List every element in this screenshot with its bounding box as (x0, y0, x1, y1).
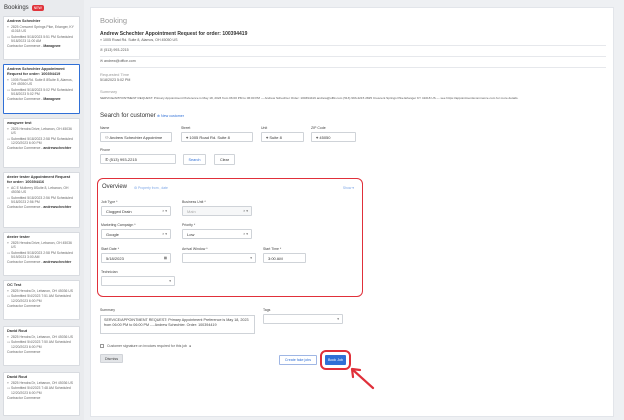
card-title: David Rout (7, 329, 28, 333)
card-title: dexter tester Appointment Request for or… (7, 175, 71, 184)
card-contractor: Managewe (43, 97, 61, 102)
bookings-sidebar: Bookings NEW Andrew Schechter ⌖ 2825 Cres… (0, 0, 84, 420)
booking-card[interactable]: David Rout ⌖ 2825 Hendra Dr, Lebanon, OH … (3, 372, 80, 416)
sidebar-header: Bookings NEW (0, 0, 84, 15)
card-address: 2825 Hendra Drive, Lebanon, OH 45036 US (11, 241, 72, 250)
card-address: 2825 Hendra Dr, Lebanon, OH 45036 US (11, 335, 74, 339)
card-contractor-label: Contractor Commerce - (7, 260, 44, 265)
sidebar-title: Bookings (4, 4, 29, 11)
card-address: 2825 Crescent Springs Pike, Erlanger, KY… (11, 25, 74, 34)
card-contractor: andrewschechter (43, 205, 72, 210)
card-title: wasgwee test (7, 121, 32, 125)
arrow-shaft (351, 368, 375, 390)
card-title: David Rout (7, 375, 28, 379)
card-dates: Submitted 5/4/2023 7:48 AM Scheduled 12/… (11, 386, 71, 395)
card-address: AC E Mulberry 8Suite 8, Lebanon, OH 4503… (11, 186, 69, 195)
card-dates: Submitted 5/4/2023 7:51 AM Scheduled 12/… (11, 294, 71, 303)
card-title: dexter tester (7, 235, 30, 239)
card-title: OC Test (7, 283, 22, 287)
card-contractor-label: Contractor Commerce - (7, 205, 44, 210)
booking-card[interactable]: wasgwee test ⌖ 2825 Hendra Drive, Lebanon… (3, 118, 80, 168)
card-address: 2825 Hendra Drive, Lebanon, OH 45036 US (11, 127, 72, 136)
card-title: Andrew Schechter Appointment Request for… (7, 67, 65, 76)
card-address: 2825 Hendra Dr, Lebanon, OH 45036 US (11, 381, 74, 385)
card-dates: Submitted 5/18/2023 2:58 PM Scheduled 12… (11, 136, 73, 145)
card-address: 2825 Hendra Dr, Lebanon, OH 45036 US (11, 289, 74, 293)
card-dates: Submitted 5/18/2023 2:58 PM Scheduled 5/… (11, 250, 73, 259)
booking-panel: Booking Andrew Schechter Appointment Req… (90, 7, 614, 417)
booking-card[interactable]: OC Test ⌖ 2825 Hendra Dr, Lebanon, OH 450… (3, 280, 80, 320)
bookings-app: Bookings NEW Andrew Schechter ⌖ 2825 Cres… (0, 0, 624, 420)
booking-card[interactable]: David Rout ⌖ 2825 Hendra Dr, Lebanon, OH … (3, 326, 80, 366)
booking-card[interactable]: dexter tester ⌖ 2825 Hendra Drive, Lebano… (3, 232, 80, 276)
card-title: Andrew Schechter (7, 19, 41, 23)
card-dates: Submitted 5/4/2023 7:50 AM Scheduled 12/… (11, 340, 71, 349)
card-contractor: andrewschechter (43, 260, 72, 265)
booking-card-selected[interactable]: Andrew Schechter Appointment Request for… (3, 64, 80, 114)
card-dates: Submitted 5/18/2023 5:51 PM Scheduled 5/… (11, 34, 73, 43)
card-contractor-label: Contractor Commerce - (7, 146, 44, 151)
card-contractor: Managewe (43, 44, 61, 49)
card-contractor-label: Contractor Commerce - (7, 44, 44, 49)
card-contractor: andrewschechter (43, 146, 72, 151)
card-contractor: Contractor Commerce (7, 395, 41, 400)
card-contractor: Contractor Commerce (7, 349, 41, 354)
booking-card[interactable]: dexter tester Appointment Request for or… (3, 172, 80, 228)
card-address: 1005 Road Rd. Suite 8 8Suite 8, Alamos, … (11, 78, 73, 87)
card-contractor-label: Contractor Commerce - (7, 97, 44, 102)
new-badge: NEW (31, 4, 44, 11)
card-contractor: Contractor Commerce (7, 303, 41, 308)
pointer-arrow-icon (350, 367, 375, 390)
booking-card[interactable]: Andrew Schechter ⌖ 2825 Crescent Springs … (3, 16, 80, 60)
card-dates: Submitted 5/18/2023 2:56 PM Scheduled 5/… (11, 195, 73, 204)
card-dates: Submitted 5/18/2023 5:02 PM Scheduled 5/… (11, 87, 73, 96)
